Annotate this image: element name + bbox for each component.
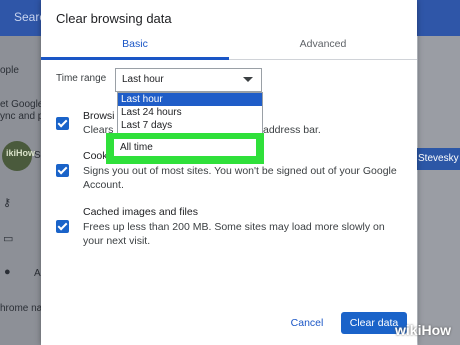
browsing-history-checkbox[interactable] xyxy=(56,117,69,130)
time-range-selected-value: Last hour xyxy=(122,74,164,85)
item-description: Frees up less than 200 MB. Some sites ma… xyxy=(83,221,385,247)
credit-card-icon: ▭ xyxy=(3,233,14,245)
tab-basic[interactable]: Basic xyxy=(41,38,229,58)
cached-images-checkbox[interactable] xyxy=(56,220,69,233)
cancel-button[interactable]: Cancel xyxy=(287,314,327,332)
background-text: hrome na xyxy=(0,303,43,314)
background-left-panel xyxy=(0,36,42,345)
item-title: Cached images and files xyxy=(83,206,198,218)
chevron-down-icon xyxy=(243,77,253,82)
active-tab-indicator xyxy=(41,57,229,60)
time-range-label: Time range xyxy=(56,73,107,84)
dropdown-option[interactable]: Last hour xyxy=(118,93,262,106)
item-description: address bar. xyxy=(263,124,321,136)
background-text: ople xyxy=(0,65,19,76)
dropdown-option-all-time[interactable]: All time xyxy=(114,139,256,156)
background-profile-button: Stevesky xyxy=(412,148,460,170)
background-text: A xyxy=(34,268,41,279)
time-range-select[interactable]: Last hour xyxy=(115,68,262,92)
key-icon: ⚷ xyxy=(3,197,12,209)
item-title: Browsi xyxy=(83,110,115,122)
highlight-box: All time xyxy=(106,133,264,164)
avatar-text: ikiHow xyxy=(6,148,36,158)
tab-advanced[interactable]: Advanced xyxy=(229,38,417,58)
wikihow-watermark: wikiHow xyxy=(395,322,452,338)
item-description: Signs you out of most sites. You won't b… xyxy=(83,165,397,191)
dropdown-option[interactable]: Last 7 days xyxy=(118,119,262,132)
location-pin-icon: ● xyxy=(4,266,11,278)
dropdown-option[interactable]: Last 24 hours xyxy=(118,106,262,119)
time-range-dropdown: Last hour Last 24 hours Last 7 days xyxy=(117,92,263,136)
background-text: et Google xyxy=(0,99,44,110)
background-text: S xyxy=(34,150,41,161)
avatar: ikiHow xyxy=(2,141,36,171)
dialog-title: Clear browsing data xyxy=(56,11,172,26)
clear-browsing-data-dialog: Clear browsing data Basic Advanced Time … xyxy=(41,0,417,345)
background-text: ync and p xyxy=(0,111,44,122)
cookies-checkbox[interactable] xyxy=(56,164,69,177)
background-right-panel xyxy=(418,36,460,345)
